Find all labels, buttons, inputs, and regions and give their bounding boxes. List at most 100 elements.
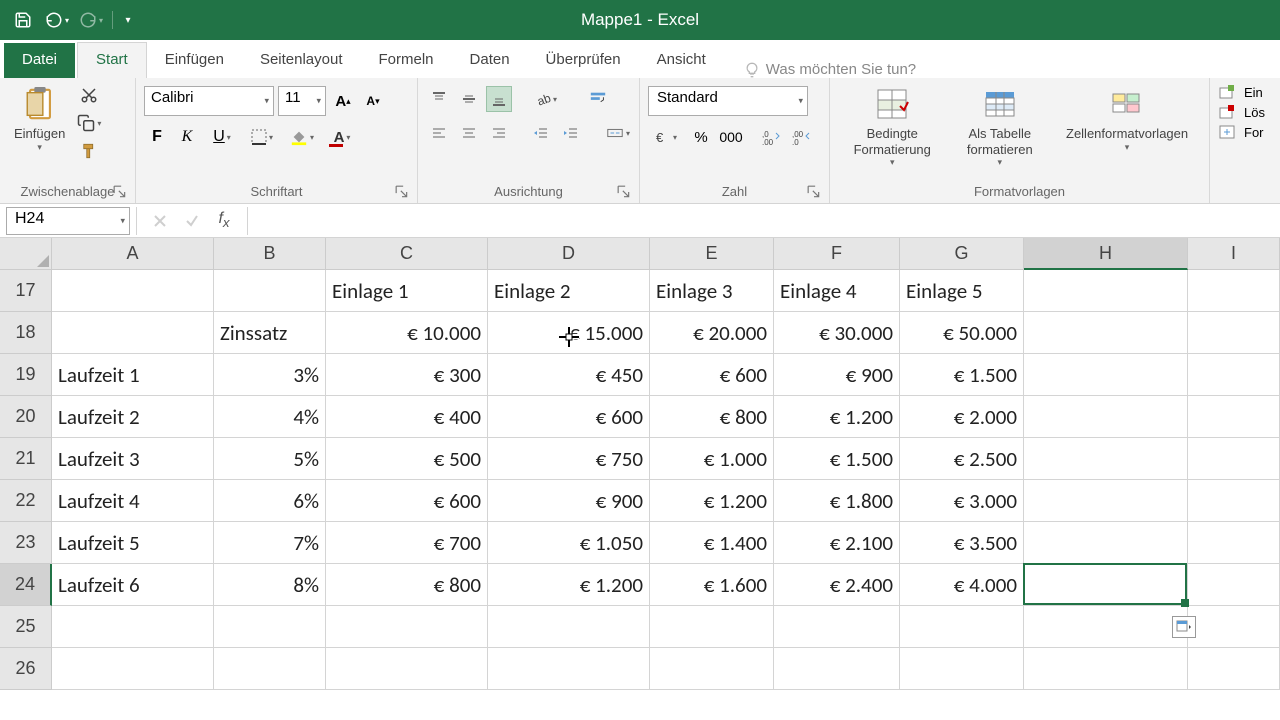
fill-color-button[interactable]: ▾ (284, 124, 320, 150)
cell[interactable] (214, 648, 326, 690)
cell[interactable] (900, 606, 1024, 648)
decrease-decimal-button[interactable]: ,00,0 (788, 124, 814, 150)
cell[interactable] (650, 606, 774, 648)
borders-button[interactable]: ▾ (244, 124, 280, 150)
dialog-launcher-icon[interactable] (113, 185, 127, 199)
comma-style-button[interactable]: 000 (718, 124, 744, 150)
increase-decimal-button[interactable]: ,0,00 (758, 124, 784, 150)
merge-center-button[interactable]: ▾ (600, 120, 636, 146)
cell[interactable]: € 750 (488, 438, 650, 480)
qat-customize[interactable]: ▾ (119, 5, 137, 35)
cell[interactable]: Laufzeit 6 (52, 564, 214, 606)
cell[interactable] (1024, 648, 1188, 690)
cell[interactable]: € 15.000 (488, 312, 650, 354)
cell[interactable] (1024, 312, 1188, 354)
cell[interactable]: Einlage 2 (488, 270, 650, 312)
column-header[interactable]: H (1024, 238, 1188, 270)
row-header[interactable]: 20 (0, 396, 52, 438)
row-header[interactable]: 23 (0, 522, 52, 564)
cell[interactable]: € 600 (650, 354, 774, 396)
column-header[interactable]: I (1188, 238, 1280, 270)
cell[interactable] (52, 648, 214, 690)
cell[interactable]: € 800 (650, 396, 774, 438)
cell[interactable]: € 10.000 (326, 312, 488, 354)
tab-file[interactable]: Datei (4, 43, 75, 78)
cell[interactable] (1024, 606, 1188, 648)
cell[interactable]: € 1.000 (650, 438, 774, 480)
cell[interactable]: Einlage 1 (326, 270, 488, 312)
cell[interactable] (326, 606, 488, 648)
cell[interactable] (1024, 564, 1188, 606)
insert-function-button[interactable]: fx (213, 210, 235, 232)
cell[interactable]: Laufzeit 3 (52, 438, 214, 480)
align-left-button[interactable] (426, 120, 452, 146)
cell[interactable]: € 400 (326, 396, 488, 438)
conditional-formatting-button[interactable]: Bedingte Formatierung ▾ (838, 82, 946, 170)
cell[interactable]: Laufzeit 1 (52, 354, 214, 396)
wrap-text-button[interactable] (580, 86, 616, 112)
cell[interactable] (1024, 354, 1188, 396)
cell[interactable]: Laufzeit 5 (52, 522, 214, 564)
copy-button[interactable]: ▾ (75, 110, 103, 136)
orientation-button[interactable]: ab▾ (528, 86, 564, 112)
cell[interactable] (1024, 522, 1188, 564)
decrease-indent-button[interactable] (528, 120, 554, 146)
dialog-launcher-icon[interactable] (617, 185, 631, 199)
cell[interactable]: € 450 (488, 354, 650, 396)
cell[interactable] (1024, 438, 1188, 480)
tab-review[interactable]: Überprüfen (528, 43, 639, 78)
cell[interactable]: € 30.000 (774, 312, 900, 354)
row-header[interactable]: 26 (0, 648, 52, 690)
cell[interactable] (900, 648, 1024, 690)
cancel-formula-button[interactable] (149, 210, 171, 232)
cell[interactable] (52, 270, 214, 312)
cell[interactable]: € 3.500 (900, 522, 1024, 564)
delete-cells-button[interactable]: Lös (1218, 104, 1265, 120)
row-header[interactable]: 24 (0, 564, 52, 606)
cell[interactable]: € 900 (488, 480, 650, 522)
save-button[interactable] (8, 5, 38, 35)
cell[interactable]: € 1.500 (774, 438, 900, 480)
cell[interactable] (1188, 270, 1280, 312)
cell[interactable] (1188, 354, 1280, 396)
cell[interactable] (1188, 648, 1280, 690)
cell[interactable] (1024, 270, 1188, 312)
cell[interactable]: Einlage 5 (900, 270, 1024, 312)
cut-button[interactable] (75, 82, 103, 108)
align-bottom-button[interactable] (486, 86, 512, 112)
cell[interactable]: € 2.100 (774, 522, 900, 564)
cell[interactable]: € 500 (326, 438, 488, 480)
cell[interactable]: € 1.500 (900, 354, 1024, 396)
cell[interactable]: € 2.500 (900, 438, 1024, 480)
format-as-table-button[interactable]: Als Tabelle formatieren ▾ (950, 82, 1049, 170)
row-header[interactable]: 25 (0, 606, 52, 648)
tab-view[interactable]: Ansicht (639, 43, 724, 78)
cell[interactable]: € 1.400 (650, 522, 774, 564)
cell[interactable] (1188, 606, 1280, 648)
row-header[interactable]: 19 (0, 354, 52, 396)
row-header[interactable]: 22 (0, 480, 52, 522)
enter-formula-button[interactable] (181, 210, 203, 232)
cell[interactable]: € 1.200 (650, 480, 774, 522)
cell[interactable]: € 20.000 (650, 312, 774, 354)
cell[interactable]: € 1.600 (650, 564, 774, 606)
cell[interactable] (1188, 438, 1280, 480)
cell[interactable]: Einlage 4 (774, 270, 900, 312)
cell[interactable] (1188, 396, 1280, 438)
cell[interactable] (1188, 312, 1280, 354)
italic-button[interactable]: K (174, 124, 200, 150)
auto-fill-options-button[interactable] (1172, 616, 1196, 638)
row-header[interactable]: 17 (0, 270, 52, 312)
cell[interactable] (1188, 564, 1280, 606)
row-header[interactable]: 18 (0, 312, 52, 354)
cell[interactable] (52, 312, 214, 354)
column-header[interactable]: B (214, 238, 326, 270)
cell[interactable] (1188, 480, 1280, 522)
cell[interactable]: € 3.000 (900, 480, 1024, 522)
font-size-combo[interactable]: 11▾ (278, 86, 326, 116)
font-color-button[interactable]: A▾ (324, 124, 360, 150)
align-middle-button[interactable] (456, 86, 482, 112)
cell[interactable] (214, 606, 326, 648)
dialog-launcher-icon[interactable] (807, 185, 821, 199)
increase-indent-button[interactable] (558, 120, 584, 146)
